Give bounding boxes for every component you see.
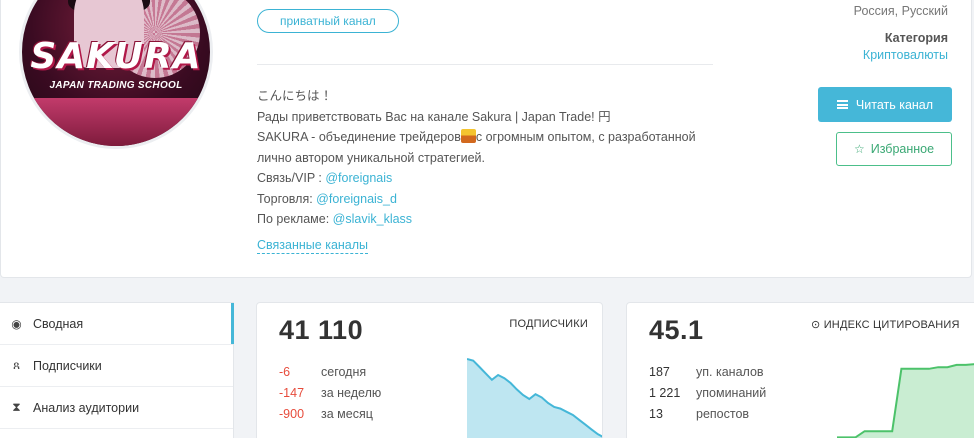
subscribers-card: 41 110 ПОДПИСЧИКИ -6 сегодня -147 за недел… bbox=[256, 302, 603, 438]
read-channel-button[interactable]: Читать канал bbox=[818, 87, 952, 122]
stat-row-channels: 187 уп. каналов bbox=[649, 365, 764, 379]
citation-card: 45.1 ⊙ ИНДЕКС ЦИТИРОВАНИЯ 187 уп. каналов… bbox=[626, 302, 974, 438]
favorite-label: Избранное bbox=[870, 142, 935, 156]
emoji-icon bbox=[460, 129, 476, 143]
description-line: Рады приветствовать Вас на канале Sakura… bbox=[257, 107, 727, 128]
description-line: Торговля: @foreignais_d bbox=[257, 189, 727, 210]
avatar-logo-text: SAKURA bbox=[30, 36, 202, 77]
subscribers-label: ПОДПИСЧИКИ bbox=[509, 318, 588, 330]
category-title: Категория bbox=[884, 31, 948, 45]
country-language: Россия, Русский bbox=[853, 4, 948, 18]
category-link[interactable]: Криптовалюты bbox=[863, 48, 948, 62]
stat-value: 187 bbox=[649, 365, 670, 379]
description-line: По рекламе: @slavik_klass bbox=[257, 209, 727, 230]
contact-link[interactable]: @slavik_klass bbox=[333, 212, 412, 226]
subscribers-sparkline bbox=[467, 358, 602, 438]
favorite-button[interactable]: ☆ Избранное bbox=[836, 132, 952, 166]
subscribers-count: 41 110 bbox=[279, 315, 364, 345]
read-channel-label: Читать канал bbox=[855, 97, 934, 112]
citation-index-value: 45.1 bbox=[649, 315, 704, 345]
stat-row-today: -6 сегодня bbox=[279, 365, 366, 379]
contact-link[interactable]: @foreignais_d bbox=[316, 192, 397, 206]
citation-label-text: ИНДЕКС ЦИТИРОВАНИЯ bbox=[823, 319, 960, 331]
description-line: こんにちは ！ bbox=[257, 86, 727, 107]
description-line: Связь/VIP : @foreignais bbox=[257, 168, 727, 189]
stat-row-reposts: 13 репостов bbox=[649, 407, 749, 421]
description-text: Рады приветствовать Вас на канале Sakura… bbox=[257, 109, 611, 124]
channel-header-card: SAKURA JAPAN TRADING SCHOOL приватный ка… bbox=[0, 0, 972, 278]
stat-row-week: -147 за неделю bbox=[279, 386, 381, 400]
hourglass-icon: ⧗ bbox=[12, 400, 21, 414]
description-line: лично автором уникальной стратегией. bbox=[257, 148, 727, 169]
description-text: По рекламе: bbox=[257, 212, 333, 226]
stat-label: репостов bbox=[696, 407, 750, 421]
stat-value: -900 bbox=[279, 407, 305, 421]
channel-avatar: SAKURA JAPAN TRADING SCHOOL bbox=[19, 0, 213, 149]
sidebar-item-audience[interactable]: ⧗ Анализ аудитории bbox=[0, 387, 233, 429]
description-text: с огромным опытом, с разработанной bbox=[475, 130, 696, 144]
stat-value: -6 bbox=[279, 365, 291, 379]
related-channels-link[interactable]: Связанные каналы bbox=[257, 238, 369, 254]
sidebar-item-label: Сводная bbox=[33, 316, 84, 331]
sparkline-area bbox=[467, 359, 602, 438]
stat-label: за месяц bbox=[321, 407, 373, 421]
sparkline-area bbox=[837, 364, 974, 438]
stat-label: сегодня bbox=[321, 365, 367, 379]
citation-label: ⊙ ИНДЕКС ЦИТИРОВАНИЯ bbox=[811, 318, 960, 331]
users-icon: ጸ bbox=[12, 358, 21, 372]
stat-label: за неделю bbox=[321, 386, 382, 400]
stat-label: уп. каналов bbox=[696, 365, 764, 379]
sidebar-nav: ◉ Сводная ጸ Подписчики ⧗ Анализ аудитори… bbox=[0, 302, 234, 438]
description-text: SAKURA - объединение трейдеров bbox=[257, 130, 461, 144]
sidebar-item-summary[interactable]: ◉ Сводная bbox=[0, 303, 234, 345]
description-text: こんにちは ！ bbox=[257, 89, 336, 103]
citation-sparkline bbox=[837, 363, 974, 438]
stat-row-mentions: 1 221 упоминаний bbox=[649, 386, 766, 400]
sidebar-item-subscribers[interactable]: ጸ Подписчики bbox=[0, 345, 233, 387]
dashboard-icon: ◉ bbox=[11, 316, 22, 331]
stat-label: упоминаний bbox=[696, 386, 767, 400]
contact-link[interactable]: @foreignais bbox=[325, 171, 392, 185]
divider bbox=[257, 64, 713, 65]
avatar-logo-subtitle: JAPAN TRADING SCHOOL bbox=[49, 80, 183, 91]
private-channel-badge: приватный канал bbox=[257, 9, 399, 33]
stat-row-month: -900 за месяц bbox=[279, 407, 373, 421]
stat-value: -147 bbox=[279, 386, 305, 400]
avatar-floor bbox=[22, 98, 210, 146]
description-text: Торговля: bbox=[257, 191, 317, 206]
stat-value: 1 221 bbox=[649, 386, 681, 400]
description-text: лично автором уникальной стратегией. bbox=[257, 150, 485, 165]
description-text: Связь/VIP : bbox=[257, 171, 326, 185]
sidebar-item-label: Подписчики bbox=[33, 358, 102, 373]
star-icon: ☆ bbox=[853, 142, 865, 156]
stat-value: 13 bbox=[649, 407, 663, 421]
clock-icon: ⊙ bbox=[811, 319, 821, 331]
channel-description: こんにちは ！ Рады приветствовать Вас на канале… bbox=[257, 86, 727, 230]
description-line: SAKURA - объединение трейдеров с огромным… bbox=[257, 127, 727, 148]
list-icon bbox=[836, 100, 848, 109]
sidebar-item-label: Анализ аудитории bbox=[33, 400, 140, 415]
